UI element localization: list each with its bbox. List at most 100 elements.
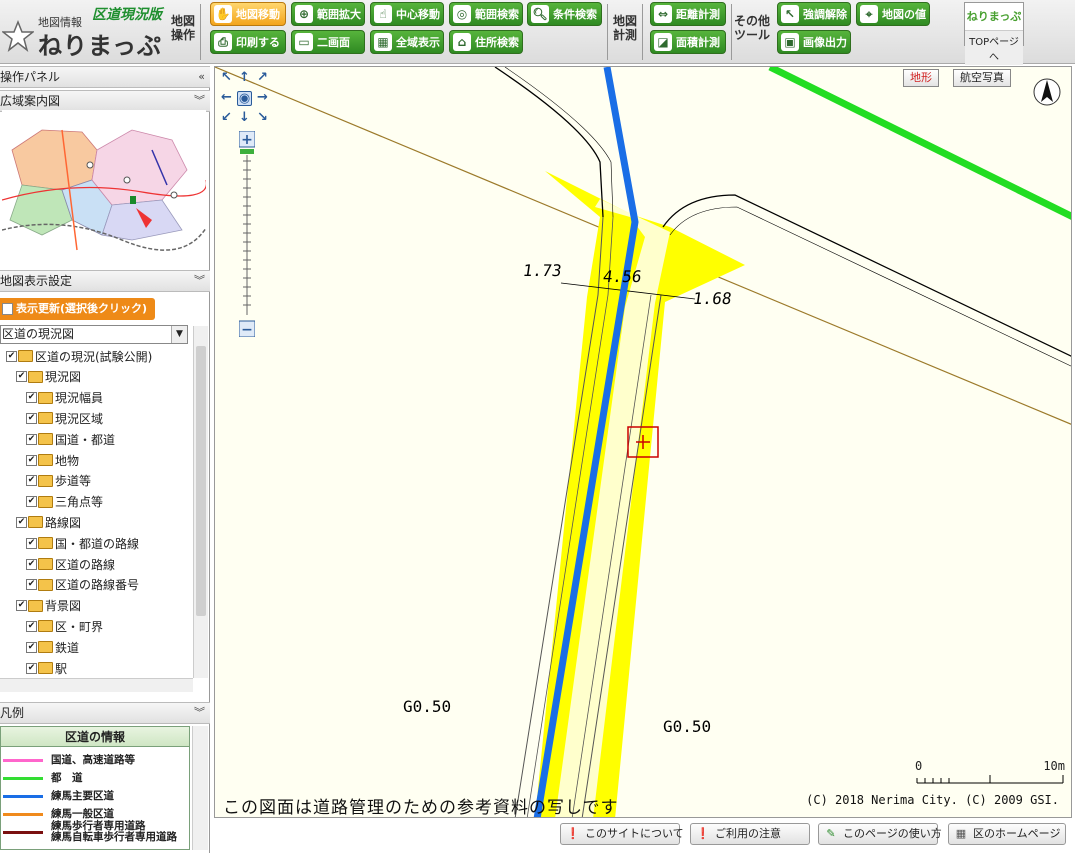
layer-checkbox[interactable]: ✔ — [26, 579, 37, 591]
pan-west-icon[interactable]: ← — [219, 91, 234, 106]
layer-select[interactable]: 区道の現況図 ▼ — [0, 325, 188, 344]
refresh-button[interactable]: 表示更新(選択後クリック) — [0, 298, 155, 320]
pan-east-icon[interactable]: → — [255, 91, 270, 106]
folder-icon — [38, 537, 53, 550]
zoom-range-label: 範囲拡大 — [317, 8, 361, 21]
pan-button[interactable]: ✋ 地図移動 — [210, 2, 286, 26]
layer-checkbox[interactable]: ✔ — [26, 641, 37, 653]
operation-panel-header[interactable]: 操作パネル « — [0, 66, 210, 88]
clear-highlight-button[interactable]: ↖ 強調解除 — [777, 2, 851, 26]
tree-node[interactable]: ✔ 現況区域 — [26, 408, 103, 428]
print-button[interactable]: ⎙ 印刷する — [210, 30, 286, 54]
collapse-left-icon[interactable]: « — [198, 67, 205, 87]
layer-tree-scrollbar[interactable] — [193, 326, 208, 678]
layer-checkbox[interactable]: ✔ — [26, 454, 37, 466]
tree-node-label: 区・町界 — [55, 619, 104, 634]
top-page-button[interactable]: ねりまっぷ TOPページへ — [964, 2, 1024, 65]
layer-checkbox[interactable]: ✔ — [26, 620, 37, 632]
tree-node-label: 駅 — [55, 661, 68, 676]
tree-node[interactable]: ✔ 三角点等 — [26, 492, 103, 512]
chevron-down-icon[interactable]: ︾ — [194, 91, 205, 111]
map-drawing — [215, 67, 1071, 817]
tree-node[interactable]: ✔ 区・町界 — [26, 616, 103, 636]
pencil-icon: ✎ — [826, 827, 836, 840]
about-site-button[interactable]: ❗ このサイトについて — [560, 823, 684, 845]
zoom-slider[interactable]: + − — [239, 131, 255, 337]
area-measure-button[interactable]: ◪ 面積計測 — [650, 30, 726, 54]
pan-south-icon[interactable]: ↓ — [237, 111, 252, 126]
layer-tree-hscrollbar[interactable] — [0, 678, 193, 692]
tree-node[interactable]: ✔ 地物 — [26, 450, 79, 470]
tree-node[interactable]: ✔ 駅 — [26, 658, 67, 676]
chevron-down-icon[interactable]: ︾ — [194, 271, 205, 291]
how-to-use-button[interactable]: ✎ このページの使い方 — [818, 823, 942, 845]
tree-node[interactable]: ✔ 歩道等 — [26, 471, 91, 491]
address-search-button[interactable]: ⌂ 住所検索 — [449, 30, 523, 54]
tree-node-label: 鉄道 — [55, 640, 80, 655]
image-output-button[interactable]: ▣ 画像出力 — [777, 30, 851, 54]
tree-node[interactable]: ✔ 背景図 — [16, 596, 81, 616]
tree-node[interactable]: ✔ 路線図 — [16, 512, 81, 532]
usage-notice-button[interactable]: ❗ ご利用の注意 — [690, 823, 810, 845]
map-canvas[interactable]: ↖ ↑ ↗ ← ◉ → ↙ ↓ ↘ + − 地形 航空写真 1.73 4.56 … — [214, 66, 1072, 818]
print-label: 印刷する — [236, 36, 280, 49]
tree-node[interactable]: ✔ 国・都道の路線 — [26, 533, 139, 553]
center-move-label: 中心移動 — [396, 8, 440, 21]
scrollbar-thumb[interactable] — [196, 346, 206, 616]
left-panel: 操作パネル « 広域案内図 ︾ 地図表示設定 ︾ 表示更新(選択後クリック) 区… — [0, 66, 210, 853]
svg-text:+: + — [241, 132, 253, 148]
layer-checkbox[interactable]: ✔ — [26, 537, 37, 549]
ruler-icon: ⇔ — [654, 5, 672, 23]
chevron-down-icon[interactable]: ︾ — [194, 703, 205, 723]
layer-checkbox[interactable]: ✔ — [26, 475, 37, 487]
layer-checkbox[interactable]: ✔ — [26, 433, 37, 445]
layer-checkbox[interactable]: ✔ — [26, 558, 37, 570]
tree-node[interactable]: ✔ 鉄道 — [26, 637, 79, 657]
chevron-down-icon[interactable]: ▼ — [171, 326, 187, 343]
layer-checkbox[interactable]: ✔ — [16, 371, 27, 383]
display-settings-header[interactable]: 地図表示設定 ︾ — [0, 270, 210, 292]
ward-homepage-button[interactable]: ▦ 区のホームページ — [948, 823, 1066, 845]
tree-node[interactable]: ✔ 区道の路線番号 — [26, 575, 139, 595]
home-center-icon[interactable]: ◉ — [237, 91, 252, 106]
center-move-button[interactable]: ☝ 中心移動 — [370, 2, 444, 26]
zoom-range-button[interactable]: ⊕ 範囲拡大 — [291, 2, 365, 26]
full-view-button[interactable]: ▦ 全域表示 — [370, 30, 444, 54]
legend-scrollbar[interactable] — [192, 726, 208, 850]
tree-node[interactable]: ✔ 区道の現況(試験公開) — [6, 346, 152, 366]
tab-aerial-photo[interactable]: 航空写真 — [953, 69, 1011, 87]
tree-node-label: 現況図 — [45, 370, 82, 385]
layer-checkbox[interactable]: ✔ — [16, 516, 27, 528]
pan-southwest-icon[interactable]: ↙ — [219, 111, 234, 126]
layer-checkbox[interactable]: ✔ — [26, 662, 37, 674]
tree-node[interactable]: ✔ 区道の路線 — [26, 554, 115, 574]
pan-northwest-icon[interactable]: ↖ — [219, 71, 234, 86]
layer-select-value: 区道の現況図 — [2, 327, 75, 341]
tree-node[interactable]: ✔ 国道・都道 — [26, 429, 115, 449]
overview-header[interactable]: 広域案内図 ︾ — [0, 90, 210, 112]
tree-node[interactable]: ✔ 現況図 — [16, 367, 81, 387]
range-search-button[interactable]: ◎ 範囲検索 — [449, 2, 523, 26]
tree-node[interactable]: ✔ 現況幅員 — [26, 388, 103, 408]
display-settings-title: 地図表示設定 — [0, 274, 73, 288]
distance-measure-button[interactable]: ⇔ 距離計測 — [650, 2, 726, 26]
two-screen-button[interactable]: ▭ 二画面 — [291, 30, 365, 54]
condition-search-button[interactable]: 🔍︎ 条件検索 — [527, 2, 602, 26]
legend-header[interactable]: 凡例 ︾ — [0, 702, 210, 724]
layer-checkbox[interactable]: ✔ — [26, 392, 37, 404]
map-value-button[interactable]: ⌖ 地図の値 — [856, 2, 930, 26]
refresh-label: 表示更新(選択後クリック) — [16, 302, 148, 315]
layer-checkbox[interactable]: ✔ — [26, 496, 37, 508]
overview-map[interactable] — [2, 110, 206, 260]
layer-checkbox[interactable]: ✔ — [16, 600, 27, 612]
pan-north-icon[interactable]: ↑ — [237, 71, 252, 86]
building-icon: ▦ — [955, 827, 967, 840]
tab-terrain[interactable]: 地形 — [903, 69, 939, 87]
group-label-other-tools-text: その他 ツール — [734, 14, 771, 42]
logo[interactable]: 地図情報 ねりまっぷ 区道現況版 — [0, 2, 165, 60]
pan-northeast-icon[interactable]: ↗ — [255, 71, 270, 86]
layer-checkbox[interactable]: ✔ — [26, 412, 37, 424]
folder-icon — [38, 474, 53, 487]
layer-checkbox[interactable]: ✔ — [6, 350, 17, 362]
pan-southeast-icon[interactable]: ↘ — [255, 111, 270, 126]
